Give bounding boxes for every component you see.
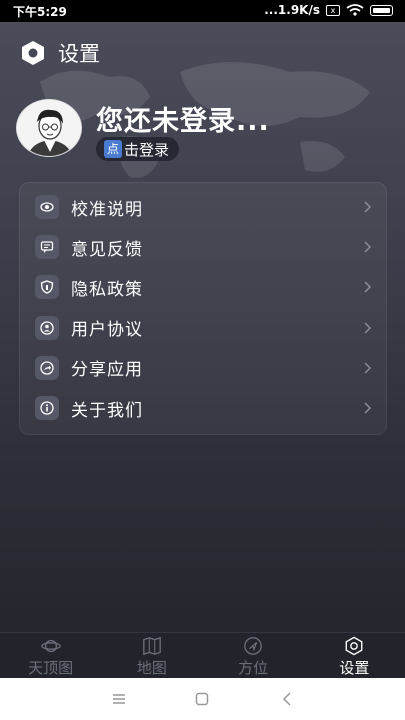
menu-item-user-agreement[interactable]: 用户协议 (20, 308, 386, 348)
map-icon (143, 636, 161, 656)
privacy-icon (35, 275, 59, 300)
settings-hexagon-icon (22, 41, 44, 65)
tab-zenith[interactable]: 天顶图 (0, 633, 101, 678)
settings-icon (345, 636, 363, 656)
menu-item-about[interactable]: 关于我们 (20, 388, 386, 428)
menu-item-privacy[interactable]: 隐私政策 (20, 267, 386, 307)
page-header: 设置 (20, 38, 100, 68)
about-icon (35, 396, 59, 421)
settings-screen: 设置 您还未登录... 点 击登录 校准说明 意见反馈 隐私政策 用户协议 分享… (0, 22, 405, 678)
menu-item-label: 关于我们 (71, 400, 143, 421)
chevron-right-icon (364, 241, 372, 253)
status-icons: ...1.9K/s x (264, 3, 393, 17)
network-speed: ...1.9K/s (264, 3, 320, 17)
menu-item-feedback[interactable]: 意见反馈 (20, 227, 386, 267)
user-agreement-icon (35, 315, 59, 340)
profile-section: 您还未登录... 点 击登录 (16, 99, 396, 161)
bottom-tab-bar: 天顶图 地图 方位 设置 (0, 632, 405, 678)
tab-compass[interactable]: 方位 (203, 633, 304, 678)
tab-label: 地图 (136, 659, 167, 677)
page-title: 设置 (58, 42, 100, 66)
status-bar: 下午5:29 ...1.9K/s x (0, 0, 405, 22)
calibrate-icon (35, 195, 59, 220)
home-icon[interactable] (193, 690, 211, 708)
compass-icon (244, 637, 262, 655)
status-time: 下午5:29 (13, 5, 67, 19)
menu-item-calibration[interactable]: 校准说明 (20, 187, 386, 227)
menu-item-label: 隐私政策 (71, 279, 143, 300)
login-button-label: 击登录 (124, 140, 170, 159)
login-badge-icon: 点 (104, 140, 122, 158)
menu-icon[interactable] (110, 690, 128, 708)
menu-item-label: 分享应用 (71, 360, 143, 381)
tab-settings[interactable]: 设置 (304, 633, 405, 678)
chevron-right-icon (364, 322, 372, 334)
menu-item-share[interactable]: 分享应用 (20, 348, 386, 388)
menu-item-label: 校准说明 (71, 199, 143, 220)
share-icon (35, 355, 59, 380)
back-icon[interactable] (279, 690, 297, 708)
settings-menu: 校准说明 意见反馈 隐私政策 用户协议 分享应用 关于我们 (19, 182, 387, 435)
avatar[interactable] (16, 99, 82, 157)
tab-label: 设置 (339, 659, 370, 677)
tab-label: 方位 (238, 659, 269, 677)
avatar-illustration-icon (17, 100, 81, 156)
menu-item-label: 意见反馈 (71, 239, 143, 260)
system-navigation-bar (0, 678, 405, 720)
chevron-right-icon (364, 281, 372, 293)
battery-icon (370, 4, 393, 16)
feedback-icon (35, 235, 59, 260)
menu-item-label: 用户协议 (71, 320, 143, 341)
tab-map[interactable]: 地图 (101, 633, 202, 678)
chevron-right-icon (364, 362, 372, 374)
login-button[interactable]: 点 击登录 (96, 137, 180, 161)
chevron-right-icon (364, 402, 372, 414)
chevron-right-icon (364, 201, 372, 213)
login-status-title: 您还未登录... (96, 106, 270, 137)
tab-label: 天顶图 (28, 659, 74, 677)
planet-icon (40, 639, 61, 653)
sim-x-icon: x (326, 4, 340, 16)
wifi-icon (346, 4, 364, 16)
